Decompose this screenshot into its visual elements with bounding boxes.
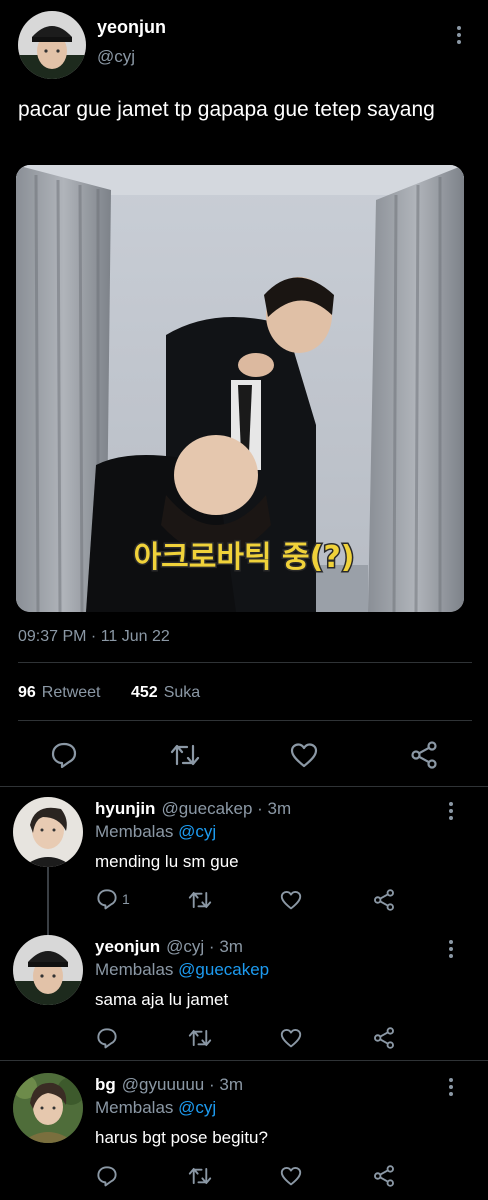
media-caption: 아크로바틱 중(?) bbox=[134, 540, 355, 575]
reply-text: harus bgt pose begitu? bbox=[95, 1128, 268, 1147]
thread-line bbox=[47, 867, 49, 939]
retweets-stat[interactable]: 96 Retweet bbox=[18, 684, 101, 702]
like-icon[interactable] bbox=[280, 1028, 302, 1053]
avatar[interactable] bbox=[13, 1073, 83, 1143]
divider bbox=[18, 662, 472, 663]
divider bbox=[0, 1060, 488, 1061]
avatar[interactable] bbox=[13, 935, 83, 1005]
reply-author-name[interactable]: hyunjin bbox=[95, 799, 155, 819]
share-icon[interactable] bbox=[373, 1165, 395, 1192]
replying-to-link[interactable]: @guecakep bbox=[178, 960, 269, 979]
tweet-timestamp: 09:37 PM · 11 Jun 22 bbox=[18, 628, 170, 645]
replying-to: Membalas @guecakep bbox=[95, 960, 269, 980]
replying-label: Membalas bbox=[95, 822, 174, 841]
like-icon[interactable] bbox=[280, 1166, 302, 1191]
avatar[interactable] bbox=[13, 797, 83, 867]
author-name[interactable]: yeonjun bbox=[97, 17, 166, 38]
reply-author-handle[interactable]: @guecakep · 3m bbox=[161, 799, 291, 819]
likes-stat[interactable]: 452 Suka bbox=[131, 684, 200, 702]
reply-icon[interactable] bbox=[50, 741, 78, 769]
replying-label: Membalas bbox=[95, 960, 174, 979]
tweet-text: pacar gue jamet tp gapapa gue tetep saya… bbox=[18, 98, 435, 121]
more-icon[interactable] bbox=[448, 940, 454, 958]
like-icon[interactable] bbox=[290, 742, 318, 768]
reply-icon bbox=[97, 889, 117, 910]
divider bbox=[18, 720, 472, 721]
replying-to: Membalas @cyj bbox=[95, 822, 216, 842]
retweet-icon[interactable] bbox=[188, 1027, 212, 1054]
reply-text: sama aja lu jamet bbox=[95, 990, 229, 1009]
replying-to: Membalas @cyj bbox=[95, 1098, 216, 1118]
author-handle[interactable]: @cyj bbox=[97, 47, 135, 67]
replying-to-link[interactable]: @cyj bbox=[178, 822, 216, 841]
share-icon[interactable] bbox=[373, 889, 395, 916]
reply-author-handle[interactable]: @cyj · 3m bbox=[166, 937, 243, 957]
more-icon[interactable] bbox=[448, 802, 454, 820]
tweet-photo: 아크로바틱 중(?) bbox=[16, 165, 464, 612]
reply-author-name[interactable]: bg bbox=[95, 1075, 116, 1095]
divider bbox=[0, 786, 488, 787]
share-icon[interactable] bbox=[410, 741, 438, 769]
retweet-icon[interactable] bbox=[170, 741, 200, 769]
reply-author-handle[interactable]: @gyuuuuu · 3m bbox=[122, 1075, 243, 1095]
reply-count: 1 bbox=[122, 891, 130, 907]
reply-author-name[interactable]: yeonjun bbox=[95, 937, 160, 957]
more-icon[interactable] bbox=[456, 26, 462, 44]
replying-to-link[interactable]: @cyj bbox=[178, 1098, 216, 1117]
reply-button[interactable]: 1 bbox=[96, 888, 130, 910]
tweet-media[interactable]: 아크로바틱 중(?) bbox=[16, 165, 464, 612]
reply-icon[interactable] bbox=[96, 1165, 118, 1192]
avatar[interactable] bbox=[18, 11, 86, 79]
retweets-label: Retweet bbox=[41, 684, 101, 701]
share-icon[interactable] bbox=[373, 1027, 395, 1054]
replying-label: Membalas bbox=[95, 1098, 174, 1117]
retweets-count: 96 bbox=[18, 684, 36, 701]
like-icon[interactable] bbox=[280, 890, 302, 915]
retweet-icon[interactable] bbox=[188, 889, 212, 916]
reply-icon[interactable] bbox=[96, 1027, 118, 1054]
likes-label: Suka bbox=[163, 684, 201, 701]
retweet-icon[interactable] bbox=[188, 1165, 212, 1192]
likes-count: 452 bbox=[131, 684, 158, 701]
more-icon[interactable] bbox=[448, 1078, 454, 1096]
reply-text: mending lu sm gue bbox=[95, 852, 239, 871]
